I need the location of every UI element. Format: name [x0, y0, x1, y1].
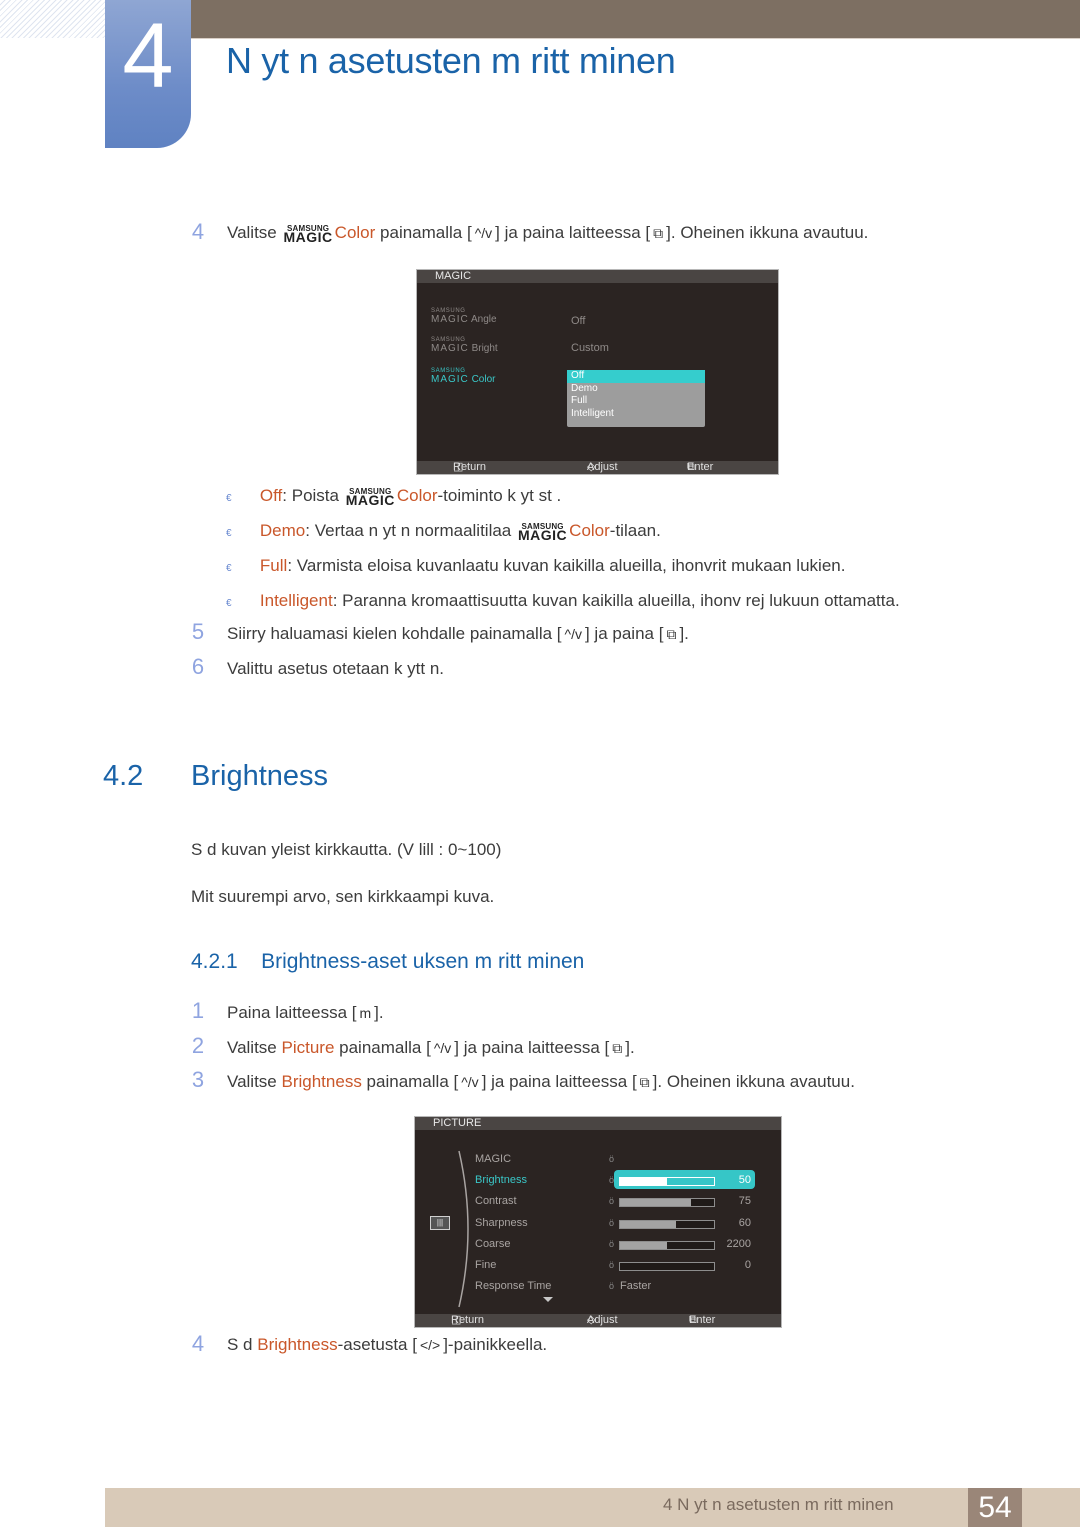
chapter-title: N yt n asetusten m ritt minen	[226, 40, 676, 81]
lock-icon: ö	[609, 1281, 615, 1292]
osd-value-bright: Custom	[571, 342, 609, 354]
samsung-magic-logo: SAMSUNG MAGIC	[518, 522, 568, 543]
step-text: S d Brightness-asetusta [</>]-painikkeel…	[227, 1335, 548, 1354]
value-slider[interactable]	[619, 1198, 715, 1208]
enter-key-icon: ⧉	[639, 1074, 650, 1090]
step-number: 5	[191, 619, 205, 644]
osd-menu-item[interactable]: Brightness	[475, 1174, 527, 1186]
up-down-nav-icon: ^/v	[564, 626, 582, 642]
step-number: 4	[191, 1331, 205, 1356]
osd-menu-item[interactable]: Response Time	[475, 1280, 551, 1292]
header-hatch	[0, 0, 105, 38]
enter-key-icon: ⧉	[612, 1040, 623, 1056]
step-text: Valitse SAMSUNG MAGIC Color painamalla [^/…	[227, 223, 869, 245]
osd-menu-item[interactable]: Coarse	[475, 1238, 510, 1250]
osd-item-angle[interactable]: SAMSUNG MAGIC Angle	[431, 308, 497, 325]
step-text: Valitse Picture painamalla [^/v] ja pain…	[227, 1038, 635, 1057]
page-number: 54	[968, 1488, 1022, 1527]
scroll-down-arrow-icon[interactable]	[543, 1297, 553, 1302]
dropdown-option[interactable]: Off	[567, 370, 705, 383]
step-text: Valittu asetus otetaan k ytt n.	[227, 659, 445, 678]
osd-menu-item[interactable]: Sharpness	[475, 1217, 528, 1229]
step-number: 3	[191, 1067, 205, 1092]
slider-fill	[620, 1178, 667, 1186]
step-text: Siirry haluamasi kielen kohdalle painama…	[227, 624, 689, 643]
step-text: Paina laitteessa [m].	[227, 1003, 384, 1022]
slider-value: 50	[738, 1174, 751, 1187]
option-item: € Demo: Vertaa n yt n normaalitilaa SAMS…	[226, 521, 661, 543]
bullet-icon: €	[226, 493, 232, 504]
option-item: € Off: Poista SAMSUNG MAGIC Color-toiminto…	[226, 486, 562, 508]
lock-icon: ö	[609, 1154, 615, 1164]
step-text: Valitse Brightness painamalla [^/v] ja p…	[227, 1072, 855, 1091]
footer-chapter-title: 4 N yt n asetusten m ritt minen	[663, 1495, 894, 1514]
value-slider[interactable]	[619, 1262, 715, 1271]
lock-icon: ö	[609, 1217, 615, 1228]
osd-footer: ◫ Return ◇ Adjust ⧉ Enter	[417, 461, 778, 474]
slider-value: 75	[738, 1195, 751, 1208]
dropdown-option[interactable]: Intelligent	[567, 408, 705, 421]
osd-item-color[interactable]: SAMSUNG MAGIC Color	[431, 368, 495, 385]
osd-title: MAGIC	[417, 270, 778, 283]
bullet-icon: €	[226, 563, 232, 574]
enter-key-icon: ⧉	[653, 225, 664, 241]
option-list: € Off: Poista SAMSUNG MAGIC Color-toiminto…	[226, 486, 900, 626]
menu-key-icon: m	[359, 1005, 372, 1021]
samsung-magic-logo: SAMSUNG MAGIC	[345, 487, 395, 508]
option-item: € Intelligent: Paranna kromaattisuutta k…	[226, 591, 900, 610]
osd-footer: ◫ Return ◇ Adjust ⧉ Enter	[415, 1314, 781, 1327]
osd-value-angle: Off	[571, 315, 586, 327]
section-title: Brightness	[191, 760, 329, 792]
section-number: 4.2	[103, 760, 144, 792]
up-down-nav-icon: ^/v	[474, 225, 493, 241]
header-bar	[190, 0, 1080, 38]
slider-value: 0	[744, 1259, 751, 1271]
step-text-pre: Valitse	[227, 223, 277, 242]
value-slider[interactable]	[619, 1240, 715, 1250]
subsection-heading: 4.2.1 Brightness-aset uksen m ritt minen	[191, 950, 585, 973]
slider-fill	[620, 1199, 691, 1207]
step-number: 6	[191, 654, 205, 679]
section-paragraph: S d kuvan yleist kirkkautta. (V lill : 0…	[191, 840, 502, 859]
picture-menu-icon: |||	[430, 1216, 450, 1230]
osd-menu-item[interactable]: MAGIC	[475, 1153, 511, 1165]
option-item: € Full: Varmista eloisa kuvanlaatu kuvan…	[226, 556, 846, 575]
highlight-term: Color	[334, 223, 376, 242]
slider-value: 2200	[726, 1237, 751, 1250]
bullet-icon: €	[226, 598, 232, 609]
lock-icon: ö	[609, 1260, 615, 1270]
slider-value: 60	[738, 1216, 751, 1229]
setting-value: Faster	[620, 1280, 652, 1293]
dropdown-option[interactable]: Full	[567, 395, 705, 408]
bullet-icon: €	[226, 528, 232, 539]
samsung-magic-logo: SAMSUNG MAGIC	[283, 224, 333, 245]
step-number: 2	[191, 1033, 205, 1058]
osd-menu-item[interactable]: Contrast	[475, 1195, 517, 1207]
section-paragraph: Mit suurempi arvo, sen kirkkaampi kuva.	[191, 887, 495, 906]
color-mode-dropdown[interactable]: Off Demo Full Intelligent	[567, 370, 705, 427]
up-down-nav-icon: ^/v	[461, 1074, 479, 1090]
dropdown-option[interactable]: Demo	[567, 383, 705, 396]
osd-title: PICTURE	[415, 1117, 781, 1130]
lock-icon: ö	[609, 1238, 615, 1249]
chapter-number-badge: 4	[105, 0, 191, 148]
lock-icon: ö	[609, 1196, 615, 1207]
up-down-nav-icon: ^/v	[433, 1040, 452, 1056]
page-footer	[105, 1488, 1080, 1527]
lock-icon: ö	[609, 1175, 615, 1186]
step-number: 4	[191, 219, 205, 244]
osd-menu-item[interactable]: Fine	[475, 1259, 496, 1271]
step-number: 1	[191, 998, 205, 1023]
osd-item-bright[interactable]: SAMSUNG MAGIC Bright	[431, 337, 498, 354]
header-divider	[190, 38, 1080, 39]
value-slider[interactable]	[619, 1177, 715, 1187]
slider-fill	[620, 1241, 667, 1249]
value-slider[interactable]	[619, 1219, 715, 1229]
left-right-key-icon: </>	[419, 1337, 441, 1353]
slider-fill	[620, 1220, 677, 1228]
enter-key-icon: ⧉	[666, 626, 677, 642]
